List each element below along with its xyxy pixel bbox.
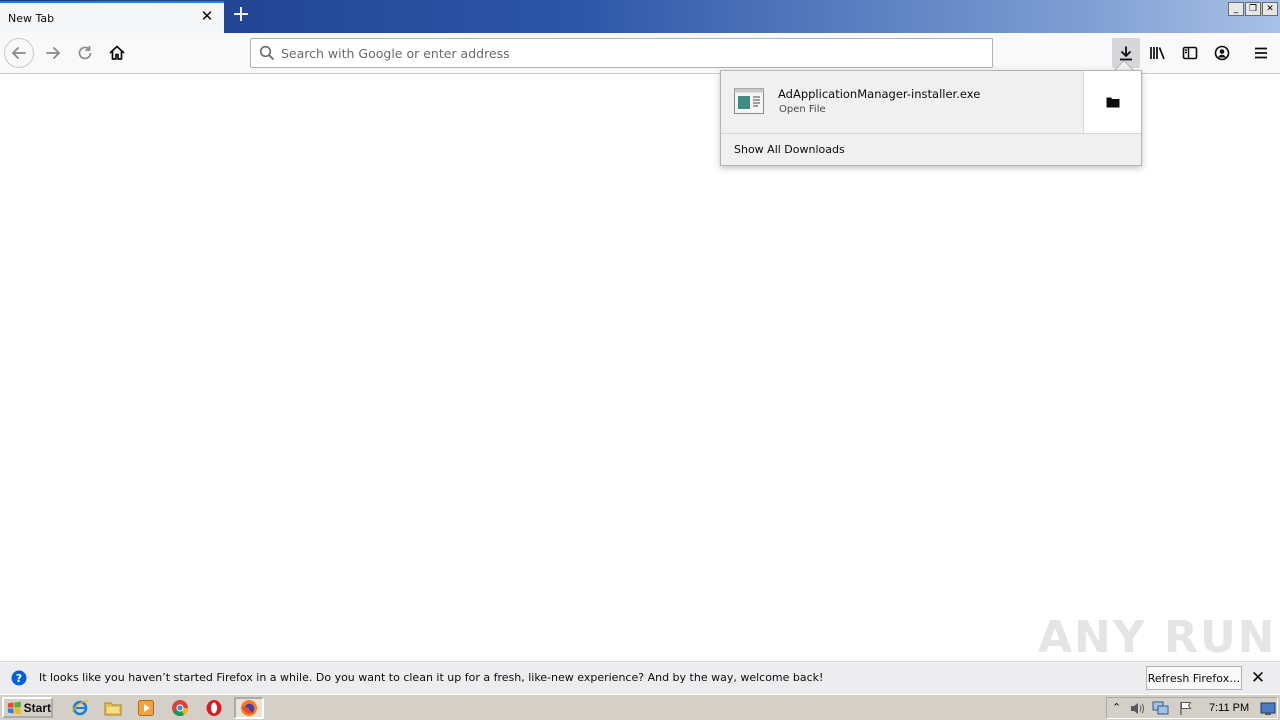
home-icon: [109, 45, 125, 60]
downloads-panel: AdApplicationManager-installer.exe Open …: [720, 70, 1142, 166]
library-button[interactable]: [1144, 38, 1172, 68]
url-bar[interactable]: [250, 38, 993, 68]
window-restore-button[interactable]: ❐: [1245, 2, 1261, 16]
download-arrow-icon: [1120, 46, 1132, 61]
windows-logo-icon: [7, 701, 21, 714]
notification-close-icon[interactable]: ✕: [1250, 669, 1266, 687]
action-center-flag-icon[interactable]: [1179, 701, 1193, 716]
question-icon: ?: [11, 670, 27, 686]
tray-expand-icon[interactable]: ⌃: [1112, 701, 1121, 714]
reload-icon: [78, 46, 92, 60]
anyrun-watermark: ANY RUN: [1038, 612, 1277, 663]
show-desktop-icon[interactable]: [1260, 701, 1276, 716]
tab-strip: New Tab ✕ + _ ❐ ✕: [0, 0, 1280, 33]
show-in-folder-button[interactable]: [1083, 71, 1141, 133]
search-icon: [259, 45, 275, 61]
network-icon[interactable]: [1152, 701, 1169, 716]
notification-message: It looks like you haven’t started Firefo…: [39, 671, 824, 684]
opera-icon: [206, 700, 222, 716]
menu-button[interactable]: [1247, 38, 1275, 68]
chrome-icon: [172, 700, 189, 717]
window-close-button[interactable]: ✕: [1262, 2, 1278, 16]
tab-title: New Tab: [8, 11, 55, 25]
start-label: Start: [23, 700, 51, 715]
new-tab-button[interactable]: +: [229, 4, 253, 28]
account-icon: [1214, 45, 1230, 61]
refresh-firefox-button[interactable]: Refresh Firefox…: [1146, 666, 1242, 690]
show-all-downloads-label: Show All Downloads: [734, 143, 845, 156]
back-button[interactable]: [4, 38, 34, 68]
download-filename: AdApplicationManager-installer.exe: [778, 87, 981, 101]
hamburger-menu-icon: [1255, 47, 1267, 59]
window-minimize-button[interactable]: _: [1228, 2, 1244, 16]
start-button[interactable]: Start: [2, 697, 53, 718]
taskbar-firefox[interactable]: [234, 697, 264, 719]
forward-arrow-icon: [46, 47, 61, 59]
back-arrow-icon: [11, 47, 26, 59]
media-player-icon: [138, 700, 154, 716]
download-item[interactable]: AdApplicationManager-installer.exe Open …: [721, 71, 1083, 133]
windows-taskbar: Start ⌃ 7:11 PM: [0, 694, 1280, 720]
folder-explorer-icon: [104, 702, 122, 716]
forward-button[interactable]: [38, 38, 68, 68]
taskbar-clock[interactable]: 7:11 PM: [1209, 702, 1249, 714]
svg-text:?: ?: [16, 672, 22, 685]
tab-close-icon[interactable]: ✕: [200, 9, 214, 24]
library-icon: [1150, 47, 1165, 60]
notification-bar: ? It looks like you haven’t started Fire…: [0, 661, 1280, 694]
download-status: Open File: [779, 104, 826, 115]
tab-new-tab[interactable]: New Tab ✕: [0, 1, 224, 33]
url-input[interactable]: [281, 45, 971, 61]
account-button[interactable]: [1208, 38, 1236, 68]
taskbar-file-explorer[interactable]: [100, 697, 126, 719]
system-tray: ⌃ 7:11 PM: [1106, 697, 1278, 719]
show-all-downloads-button[interactable]: Show All Downloads: [721, 133, 1141, 165]
taskbar-opera[interactable]: [201, 697, 227, 719]
taskbar-internet-explorer[interactable]: [67, 697, 93, 719]
internet-explorer-icon: [71, 700, 89, 716]
reload-button[interactable]: [70, 38, 100, 68]
exe-file-icon: [734, 88, 764, 114]
folder-icon: [1106, 97, 1119, 108]
sidebar-button[interactable]: [1176, 38, 1204, 68]
home-button[interactable]: [102, 38, 132, 68]
sidebar-icon: [1182, 46, 1198, 60]
firefox-icon: [241, 700, 257, 716]
taskbar-chrome[interactable]: [167, 697, 193, 719]
volume-icon[interactable]: [1129, 701, 1145, 716]
navigation-toolbar: [0, 33, 1280, 74]
taskbar-media-player[interactable]: [133, 697, 159, 719]
